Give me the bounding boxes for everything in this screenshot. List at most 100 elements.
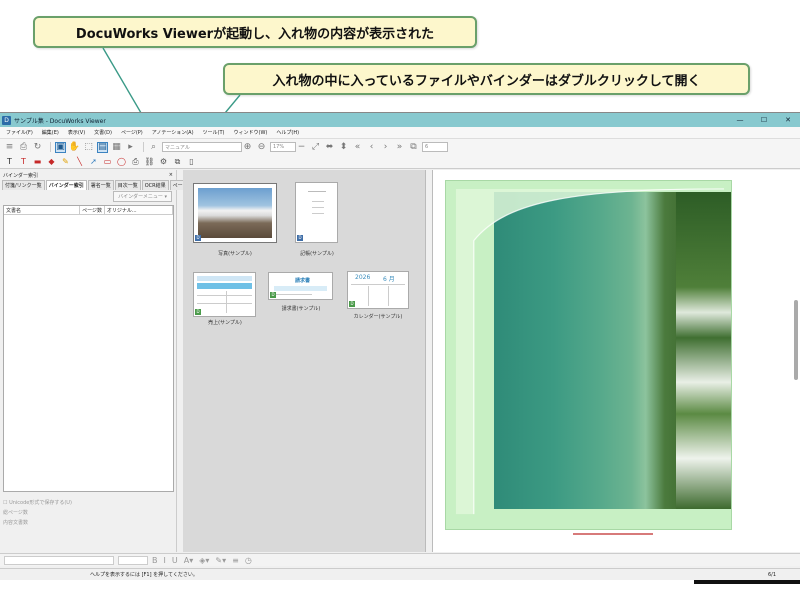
menu-window[interactable]: ウィンドウ(W) (234, 129, 268, 136)
preview-curve-overlay (455, 188, 725, 515)
thumbnail-calendar[interactable]: 2026 6 月 D (347, 271, 409, 309)
arrow-tool-icon[interactable]: ➚ (88, 156, 99, 167)
ellipse-tool-icon[interactable]: ◯ (116, 156, 127, 167)
binder-menu-button[interactable]: バインダーメニュー ▾ (113, 191, 172, 202)
zoom-select[interactable]: 17% (270, 142, 296, 152)
maximize-button[interactable]: ☐ (752, 116, 776, 124)
line-style-icon[interactable]: ≡ (232, 556, 239, 565)
page-view-icon[interactable]: ▤ (97, 141, 108, 153)
panel-tabs: 付箋/リンク一覧 バインダー索引 署名一覧 目次一覧 OCR結果 ページ属性 (0, 180, 201, 190)
rectangle-tool-icon[interactable]: ▭ (102, 156, 113, 167)
view-mode-icon[interactable]: ▣ (55, 141, 66, 153)
zoom-out-icon[interactable]: ⊖ (256, 142, 267, 153)
tab-sticky-links[interactable]: 付箋/リンク一覧 (2, 180, 45, 190)
marker-icon[interactable]: ✎ (60, 156, 71, 167)
menu-edit[interactable]: 編集(E) (42, 129, 59, 136)
column-document-name[interactable]: 文書名 (4, 206, 81, 214)
font-select[interactable] (4, 555, 114, 565)
zoom-in-icon[interactable]: ⊕ (242, 142, 253, 153)
column-page-count[interactable]: ページ数 (80, 206, 105, 214)
menu-file[interactable]: ファイル(F) (6, 129, 33, 136)
bold-icon[interactable]: B (152, 556, 158, 565)
settings-icon[interactable]: ⚙ (158, 156, 169, 167)
italic-icon[interactable]: I (164, 556, 166, 565)
rotate-icon[interactable]: ↻ (32, 142, 43, 153)
column-original[interactable]: オリジナル... (105, 206, 174, 214)
page-number-input[interactable]: 6 (422, 142, 448, 152)
unicode-checkbox[interactable]: ☐ Unicode形式で保存する(U) (3, 498, 72, 508)
panel-close-icon[interactable]: × (169, 172, 173, 178)
fit-width-icon[interactable]: ⬌ (324, 142, 335, 153)
menu-help[interactable]: ヘルプ(H) (276, 129, 299, 136)
preview-scrollbar[interactable] (794, 300, 798, 380)
prev-page-icon[interactable]: ‹ (366, 142, 377, 153)
ledger-line (308, 191, 326, 192)
fit-page-icon[interactable]: ⤢ (310, 142, 321, 153)
text-tool-icon[interactable]: T (4, 156, 15, 167)
sales-row-line (197, 295, 252, 296)
annotation-tool-icon[interactable]: ▦ (111, 142, 122, 153)
menu-annotation[interactable]: アノテーション(A) (152, 129, 194, 136)
line-tool-icon[interactable]: ╲ (74, 156, 85, 167)
binder-menu-label: バインダーメニュー (118, 194, 163, 200)
fit-height-icon[interactable]: ⬍ (338, 142, 349, 153)
document-badge-icon: D (195, 235, 201, 241)
zoom-minus-icon[interactable]: − (296, 142, 307, 153)
more-icon[interactable]: ▸ (125, 142, 136, 153)
unicode-label: Unicode形式で保存する(U) (9, 500, 72, 506)
clock-icon[interactable]: ◷ (245, 556, 252, 565)
zoom-icon[interactable]: ⌕ (148, 142, 159, 153)
document-table[interactable]: 文書名 ページ数 オリジナル... (3, 205, 174, 492)
underline-icon[interactable]: U (172, 556, 178, 565)
close-button[interactable]: ✕ (776, 116, 800, 124)
page-copy-icon[interactable]: ⧉ (408, 142, 419, 153)
tab-toc[interactable]: 目次一覧 (114, 180, 141, 190)
thumbnail-photo[interactable]: D (193, 183, 277, 243)
pen-color-icon[interactable]: ✎▾ (215, 556, 226, 565)
fill-color-icon[interactable]: ◈▾ (199, 556, 209, 565)
thumbnail-label-invoice: 請求書(サンプル) (281, 306, 321, 312)
first-page-icon[interactable]: « (352, 142, 363, 153)
thumbnail-label-sales: 売上(サンプル) (208, 320, 242, 326)
link-icon[interactable]: ⛓ (144, 156, 155, 167)
photo-preview (198, 188, 272, 238)
menu-bar: ファイル(F) 編集(E) 表示(V) 文書(D) ページ(P) アノテーション… (0, 127, 800, 139)
tab-binder-index[interactable]: バインダー索引 (45, 180, 87, 190)
app-icon: D (2, 115, 11, 125)
stamp-icon[interactable]: ◆ (46, 156, 57, 167)
content-count-label: 内容文書数 (3, 520, 29, 526)
title-bar: D サンプル集 - DocuWorks Viewer — ☐ ✕ (0, 113, 800, 127)
panel-footer: ☐ Unicode形式で保存する(U) 総ページ数 内容文書数 (3, 498, 72, 528)
print-icon[interactable]: ⎙ (18, 142, 29, 153)
panel-title: バインダー索引 (3, 172, 39, 179)
ledger-line (312, 207, 324, 208)
thumbnail-sales[interactable]: D (193, 272, 256, 317)
print-annotation-icon[interactable]: ⎙ (130, 156, 141, 167)
attach-icon[interactable]: ⧉ (172, 156, 183, 167)
hand-tool-icon[interactable]: ✋ (69, 142, 80, 153)
menu-tools[interactable]: ツール(T) (203, 129, 225, 136)
tab-ocr[interactable]: OCR結果 (141, 180, 169, 190)
thumbnail-ledger[interactable]: D (295, 182, 338, 243)
next-page-icon[interactable]: › (380, 142, 391, 153)
font-color-icon[interactable]: A▾ (184, 556, 194, 565)
menu-document[interactable]: 文書(D) (94, 129, 112, 136)
page-preview[interactable] (432, 170, 800, 552)
red-text-tool-icon[interactable]: T (18, 156, 29, 167)
tab-signatures[interactable]: 署名一覧 (87, 180, 114, 190)
highlighter-icon[interactable]: ▬ (32, 156, 43, 167)
menu-toggle-icon[interactable]: ≡ (4, 142, 15, 153)
thumbnail-label-photo: 写真(サンプル) (218, 251, 252, 257)
menu-view[interactable]: 表示(V) (68, 129, 85, 136)
sales-row-line (197, 303, 252, 304)
format-toolbar: B I U A▾ ◈▾ ✎▾ ≡ ◷ (0, 553, 800, 566)
sticky-note-icon[interactable]: ▯ (186, 156, 197, 167)
font-size-select[interactable] (118, 555, 148, 565)
select-tool-icon[interactable]: ⬚ (83, 142, 94, 153)
menu-page[interactable]: ページ(P) (121, 129, 143, 136)
toolbar-separator (50, 142, 51, 152)
minimize-button[interactable]: — (728, 116, 752, 124)
view-mode-select[interactable]: マニュアル (162, 142, 242, 152)
last-page-icon[interactable]: » (394, 142, 405, 153)
thumbnail-invoice[interactable]: 請求書 D (268, 272, 333, 300)
